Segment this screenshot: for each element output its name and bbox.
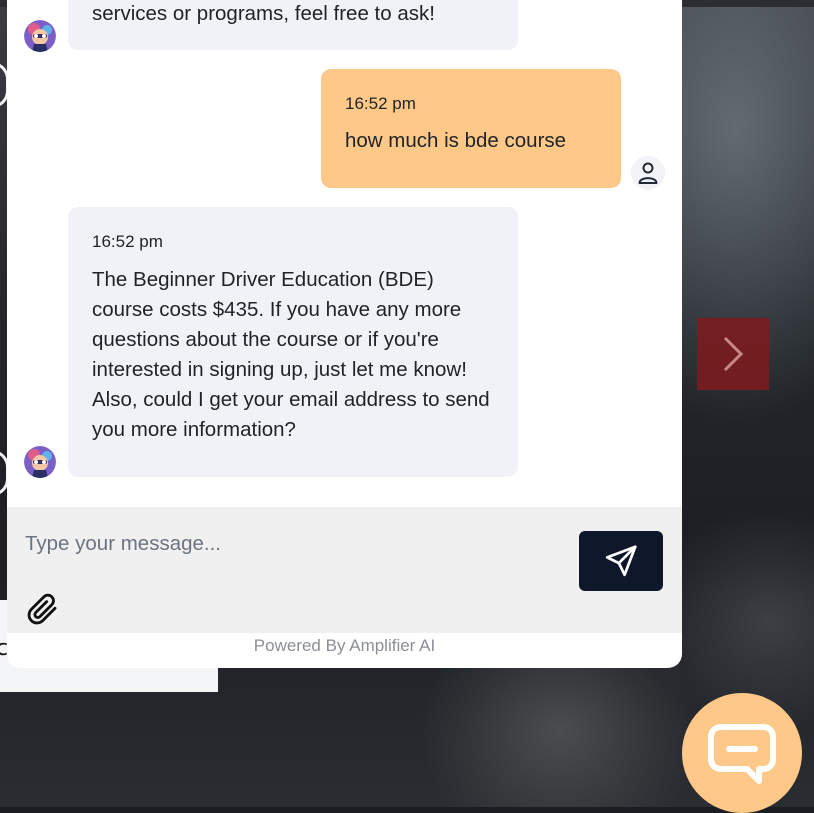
message-time: 16:52 pm — [92, 232, 163, 251]
bot-message: services or programs, feel free to ask! — [68, 0, 518, 50]
carousel-next-button[interactable] — [697, 318, 769, 390]
paperclip-icon — [27, 593, 57, 625]
send-button[interactable] — [579, 531, 663, 591]
message-text: how much is bde course — [345, 129, 567, 152]
message-composer — [7, 507, 682, 633]
chat-bubble-icon — [708, 724, 776, 784]
user-avatar — [631, 156, 665, 190]
message-text: The Beginner Driver Education (BDE) cour… — [92, 268, 490, 441]
message-text: services or programs, feel free to ask! — [92, 2, 435, 25]
chevron-right-icon — [723, 336, 744, 372]
attach-button[interactable] — [25, 591, 61, 627]
message-input[interactable] — [25, 527, 555, 561]
bot-avatar — [24, 446, 56, 478]
message-list[interactable]: services or programs, feel free to ask! … — [7, 0, 682, 507]
send-icon — [605, 545, 637, 577]
user-message: 16:52 pm how much is bde course — [321, 69, 621, 188]
chat-window: services or programs, feel free to ask! … — [7, 0, 682, 668]
chat-launcher-button[interactable] — [682, 693, 802, 813]
message-time: 16:52 pm — [345, 94, 416, 113]
user-icon — [638, 162, 658, 184]
bot-message: 16:52 pm The Beginner Driver Education (… — [68, 207, 518, 477]
powered-by-footer: Powered By Amplifier AI — [253, 636, 436, 655]
bot-avatar — [24, 20, 56, 52]
